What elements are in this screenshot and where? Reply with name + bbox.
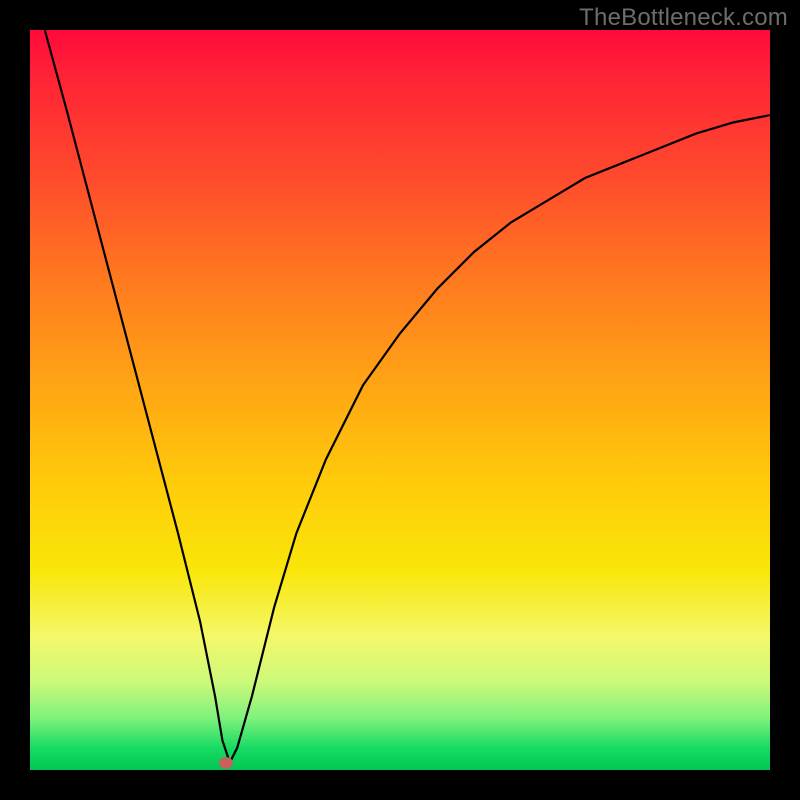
chart-container: TheBottleneck.com bbox=[0, 0, 800, 800]
bottleneck-curve bbox=[30, 30, 770, 770]
watermark-text: TheBottleneck.com bbox=[579, 4, 788, 32]
minimum-marker bbox=[219, 757, 233, 769]
curve-path bbox=[45, 30, 770, 763]
plot-frame bbox=[30, 30, 770, 770]
